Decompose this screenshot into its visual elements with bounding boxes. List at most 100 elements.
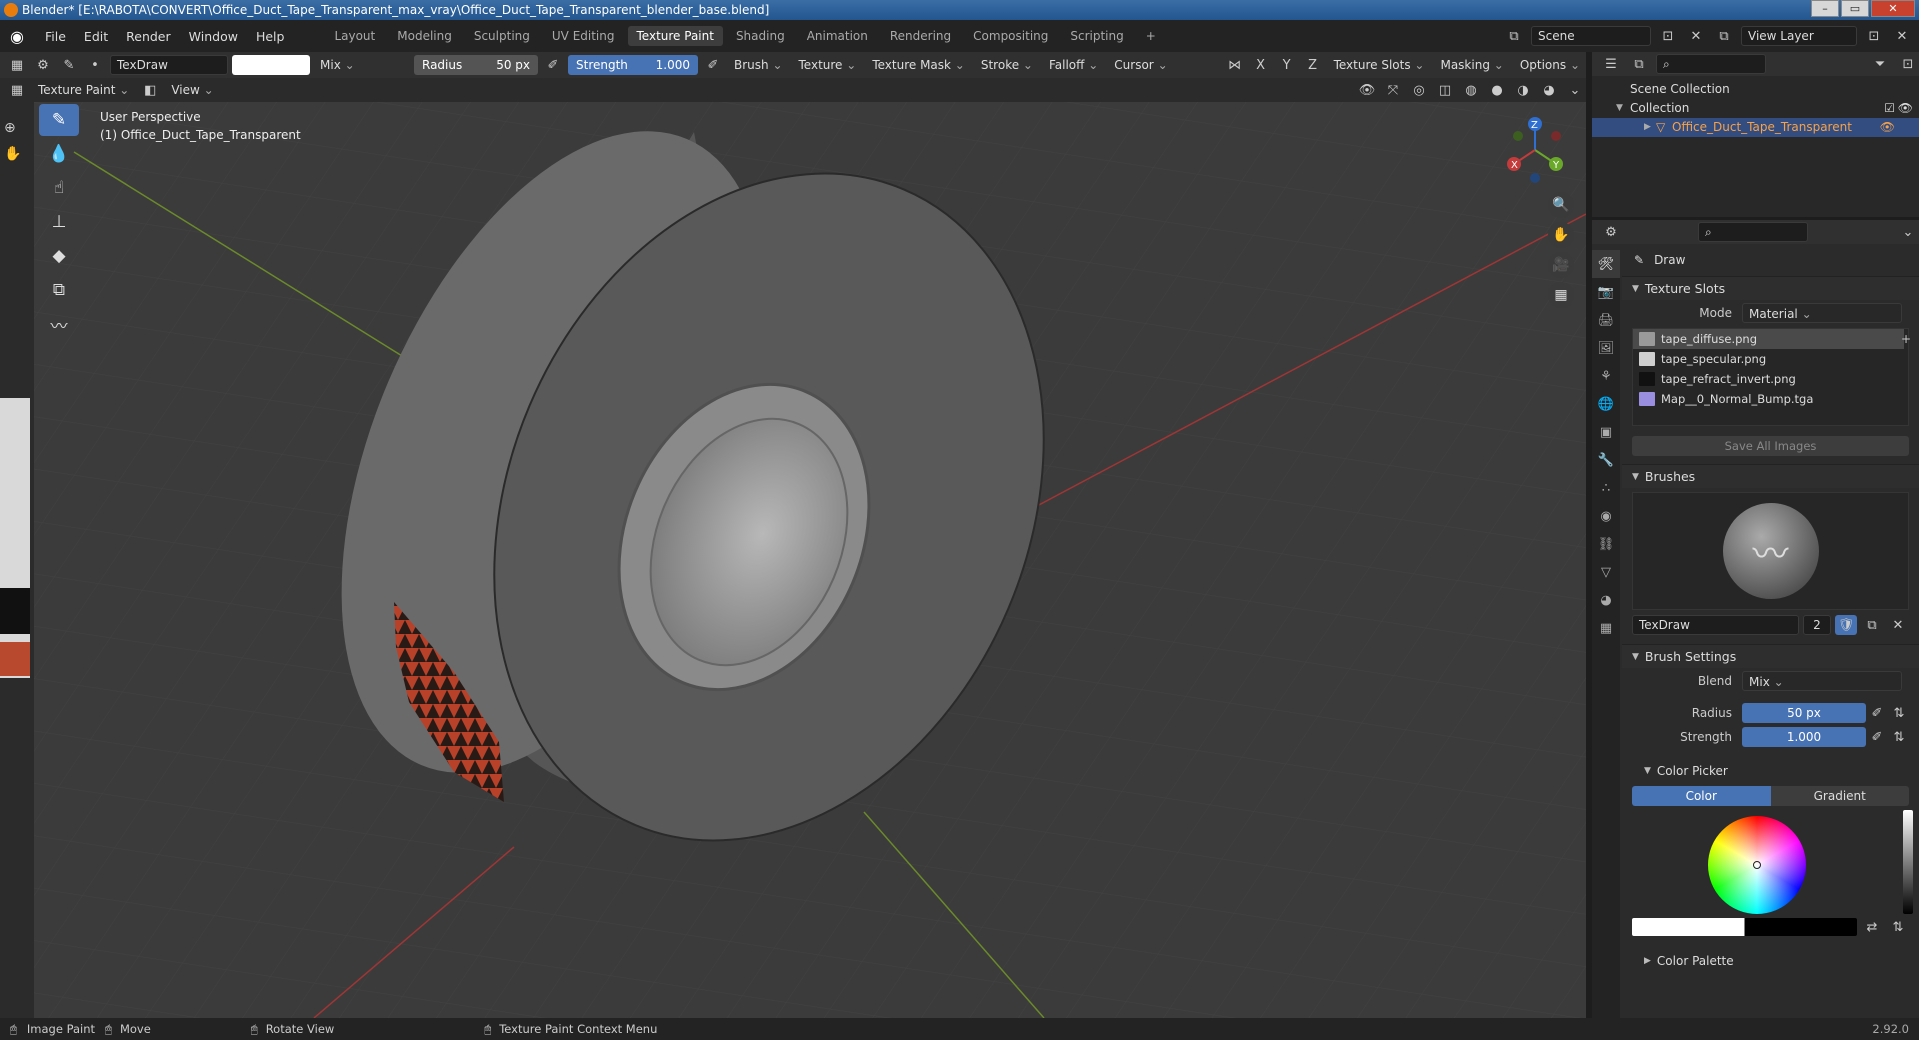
brush-name-field[interactable]: TexDraw — [1632, 615, 1799, 635]
color-picker-subpanel-header[interactable]: ▼ Color Picker — [1622, 760, 1919, 782]
strength-field[interactable]: 1.000 — [1742, 727, 1866, 747]
blender-menu-icon[interactable]: ◉ — [4, 23, 30, 49]
color-pressure-icon[interactable]: ⇅ — [1887, 917, 1909, 937]
tool-tab-icon[interactable]: 🛠 — [1592, 250, 1620, 278]
brush-preview[interactable]: 〰 — [1632, 492, 1909, 610]
scene-tab-icon[interactable]: ⚘ — [1592, 362, 1620, 390]
render-tab-icon[interactable]: 📷 — [1592, 278, 1620, 306]
fill-tool-icon[interactable]: ◆ — [39, 240, 79, 272]
mirror-x-toggle[interactable]: X — [1250, 55, 1272, 75]
strength-slider[interactable]: Strength 1.000 — [568, 55, 698, 75]
list-item[interactable]: tape_specular.png — [1633, 349, 1908, 369]
ortho-toggle-icon[interactable]: ▦ — [1548, 282, 1574, 308]
xray-icon[interactable]: ◫ — [1434, 80, 1456, 100]
tab-sculpting[interactable]: Sculpting — [465, 26, 539, 46]
outliner-collection[interactable]: ▼ Collection ☑ 👁 — [1592, 99, 1919, 118]
object-tab-icon[interactable]: ▣ — [1592, 418, 1620, 446]
expand-arrow-icon[interactable]: ▼ — [1616, 99, 1623, 118]
gizmo-toggle-icon[interactable]: ⤧ — [1382, 80, 1404, 100]
tab-uv-editing[interactable]: UV Editing — [543, 26, 624, 46]
new-scene-icon[interactable]: ⊡ — [1657, 26, 1679, 46]
material-shading-icon[interactable]: ◑ — [1512, 80, 1534, 100]
soften-tool-icon[interactable]: 💧 — [39, 138, 79, 170]
texture-slots-panel-header[interactable]: ▼ Texture Slots — [1622, 276, 1919, 300]
material-tab-icon[interactable]: ◕ — [1592, 586, 1620, 614]
brush-settings-panel-header[interactable]: ▼ Brush Settings — [1622, 644, 1919, 668]
add-slot-icon[interactable]: + — [1901, 332, 1911, 346]
properties-search-input[interactable]: ⌕ — [1698, 222, 1808, 242]
value-slider[interactable] — [1903, 810, 1913, 914]
maximize-button[interactable]: ▭ — [1841, 0, 1869, 17]
strength-pressure-icon[interactable]: ✐ — [1866, 727, 1888, 747]
menu-render[interactable]: Render — [117, 29, 180, 44]
menu-masking[interactable]: Masking — [1434, 55, 1509, 75]
modifier-tab-icon[interactable]: 🔧 — [1592, 446, 1620, 474]
expand-arrow-icon[interactable]: ▶ — [1644, 118, 1651, 137]
add-workspace-icon[interactable]: + — [1137, 26, 1165, 46]
radius-field[interactable]: 50 px — [1742, 703, 1866, 723]
mask-tool-icon[interactable]: ⧉ — [39, 274, 79, 306]
tab-layout[interactable]: Layout — [325, 26, 384, 46]
primary-secondary-color-swatch[interactable] — [1632, 918, 1857, 936]
camera-view-icon[interactable]: 🎥 — [1548, 252, 1574, 278]
annotate-tool-icon[interactable]: 〰 — [39, 308, 79, 340]
new-collection-icon[interactable]: ⊡ — [1897, 54, 1919, 74]
solid-shading-icon[interactable]: ● — [1486, 80, 1508, 100]
list-item[interactable]: tape_refract_invert.png — [1633, 369, 1908, 389]
particles-tab-icon[interactable]: ∴ — [1592, 474, 1620, 502]
view-layer-field[interactable]: View Layer — [1741, 26, 1857, 46]
menu-cursor[interactable]: Cursor — [1108, 55, 1173, 75]
editor-type-icon[interactable]: ⚙ — [1600, 222, 1622, 242]
view-layer-icon[interactable]: ⧉ — [1713, 26, 1735, 46]
editor-type-icon[interactable]: ▦ — [6, 80, 28, 100]
clone-tool-icon[interactable]: ⊥ — [39, 206, 79, 238]
strength-pressure-icon[interactable]: ✐ — [702, 55, 724, 75]
navigation-gizmo[interactable]: Z Y X — [1500, 110, 1570, 190]
texture-tab-icon[interactable]: ▦ — [1592, 614, 1620, 642]
new-view-layer-icon[interactable]: ⊡ — [1863, 26, 1885, 46]
menu-texture-slots[interactable]: Texture Slots — [1328, 55, 1431, 75]
3d-viewport[interactable] — [34, 102, 1586, 1018]
overlay-toggle-icon[interactable]: ◎ — [1408, 80, 1430, 100]
tab-texture-paint[interactable]: Texture Paint — [627, 26, 723, 46]
texture-slot-list[interactable]: tape_diffuse.png tape_specular.png tape_… — [1632, 328, 1909, 426]
draw-tool-icon[interactable]: ✎ — [39, 104, 79, 136]
menu-file[interactable]: File — [36, 29, 75, 44]
editor-type-icon[interactable]: ▦ — [6, 55, 28, 75]
scene-icon[interactable]: ⧉ — [1503, 26, 1525, 46]
data-tab-icon[interactable]: ▽ — [1592, 558, 1620, 586]
menu-stroke[interactable]: Stroke — [975, 55, 1039, 75]
constraints-tab-icon[interactable]: ⛓ — [1592, 530, 1620, 558]
save-all-images-button[interactable]: Save All Images — [1632, 436, 1909, 456]
physics-tab-icon[interactable]: ◉ — [1592, 502, 1620, 530]
tool-settings-icon[interactable]: ⚙ — [32, 55, 54, 75]
color-tab[interactable]: Color — [1632, 786, 1771, 806]
tab-rendering[interactable]: Rendering — [881, 26, 960, 46]
render-shading-icon[interactable]: ◕ — [1538, 80, 1560, 100]
brushes-panel-header[interactable]: ▼ Brushes — [1622, 464, 1919, 488]
tab-modeling[interactable]: Modeling — [388, 26, 461, 46]
outliner-object-row[interactable]: ▶ ▽ Office_Duct_Tape_Transparent 👁 — [1592, 118, 1919, 137]
zoom-icon[interactable]: ⊕ — [4, 120, 16, 136]
world-tab-icon[interactable]: 🌐 — [1592, 390, 1620, 418]
smear-tool-icon[interactable]: ☝ — [39, 172, 79, 204]
radius-pressure-icon[interactable]: ✐ — [542, 55, 564, 75]
mirror-y-toggle[interactable]: Y — [1276, 55, 1298, 75]
menu-view[interactable]: View — [165, 80, 223, 100]
gradient-tab[interactable]: Gradient — [1770, 786, 1909, 806]
menu-help[interactable]: Help — [247, 29, 294, 44]
list-item[interactable]: Map__0_Normal_Bump.tga — [1633, 389, 1908, 409]
blend-dropdown[interactable]: Mix — [1742, 671, 1902, 691]
hand-icon[interactable]: ✋ — [4, 146, 21, 162]
brush-icon[interactable]: ✎ — [58, 55, 80, 75]
brush-pin-icon[interactable]: • — [84, 55, 106, 75]
tab-animation[interactable]: Animation — [798, 26, 877, 46]
radius-pressure-icon[interactable]: ✐ — [1866, 703, 1888, 723]
pan-view-icon[interactable]: ✋ — [1548, 222, 1574, 248]
mask-toggle-icon[interactable]: ◧ — [139, 80, 161, 100]
delete-scene-icon[interactable]: ✕ — [1685, 26, 1707, 46]
radius-unit-icon[interactable]: ⇅ — [1888, 703, 1910, 723]
mode-dropdown[interactable]: Texture Paint — [32, 80, 135, 100]
menu-edit[interactable]: Edit — [75, 29, 117, 44]
delete-view-layer-icon[interactable]: ✕ — [1891, 26, 1913, 46]
